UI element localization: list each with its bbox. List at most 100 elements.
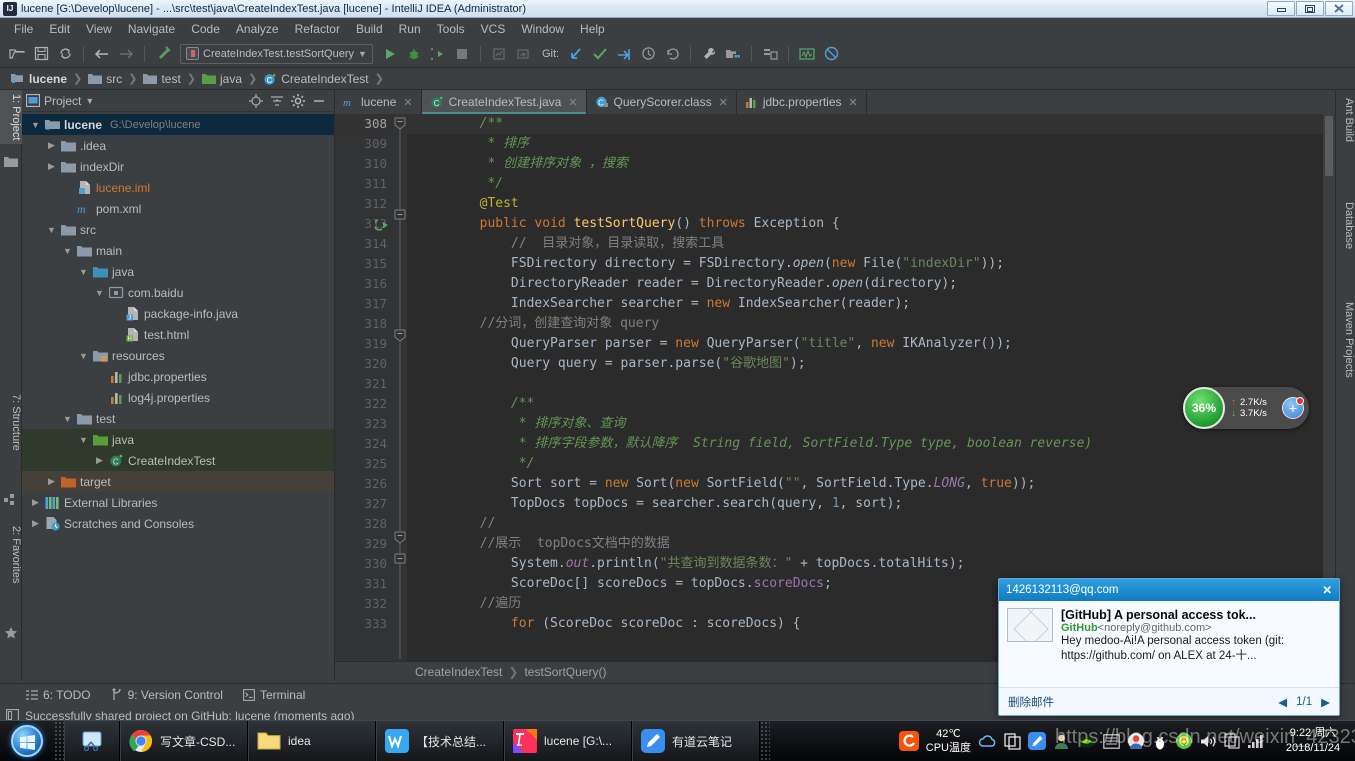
profile-icon[interactable] xyxy=(488,43,510,65)
delete-mail-link[interactable]: 删除邮件 xyxy=(1008,694,1054,710)
code-line[interactable]: */ xyxy=(407,454,1335,474)
open-folder-icon[interactable] xyxy=(6,43,28,65)
sync-gradle-icon[interactable] xyxy=(759,43,781,65)
chevron-down-icon[interactable]: ▼ xyxy=(30,120,41,130)
menu-item-help[interactable]: Help xyxy=(572,20,613,38)
taskbar-button-chrome[interactable]: 写文章-CSD... xyxy=(120,721,248,761)
restore-button[interactable] xyxy=(1296,1,1324,16)
code-line[interactable]: System.out.println("共查询到数据条数：" + topDocs… xyxy=(407,554,1335,574)
tray-grip[interactable] xyxy=(760,721,770,761)
close-icon[interactable]: ✕ xyxy=(1322,583,1332,597)
code-line[interactable]: * 创建排序对象 ，搜索 xyxy=(407,154,1335,174)
code-line[interactable]: // xyxy=(407,514,1335,534)
tree-item-test[interactable]: ▼ test xyxy=(22,408,334,429)
project-structure-icon[interactable] xyxy=(722,43,744,65)
forward-arrow-icon[interactable] xyxy=(115,43,137,65)
memory-monitor-icon[interactable] xyxy=(796,43,818,65)
breadcrumb-class[interactable]: CreateIndexTest xyxy=(415,665,502,679)
code-line[interactable]: //分词，创建查询对象 query xyxy=(407,314,1335,334)
close-icon[interactable]: ✕ xyxy=(568,96,577,109)
code-line[interactable]: FSDirectory directory = FSDirectory.open… xyxy=(407,254,1335,274)
git-update-icon[interactable] xyxy=(565,43,587,65)
chevron-down-icon[interactable]: ▼ xyxy=(78,435,89,445)
security-icon[interactable] xyxy=(1127,732,1145,750)
chevron-right-icon[interactable]: ▶ xyxy=(46,140,57,151)
chevron-right-icon[interactable]: ▶ xyxy=(30,497,41,508)
project-tree[interactable]: ▼ lucene G:\Develop\lucene ▶ .idea ▶ indexDir l… xyxy=(22,112,334,681)
build-hammer-icon[interactable] xyxy=(152,43,174,65)
menu-item-run[interactable]: Run xyxy=(391,20,429,38)
run-configuration-selector[interactable]: CreateIndexTest.testSortQuery ▼ xyxy=(180,43,373,64)
code-folding-gutter[interactable] xyxy=(393,114,407,661)
tree-item-main[interactable]: ▼ main xyxy=(22,240,334,261)
close-icon[interactable]: ✕ xyxy=(403,96,412,109)
close-button[interactable] xyxy=(1325,1,1353,16)
code-line[interactable]: * 排序字段参数，默认降序 String field, SortField.Ty… xyxy=(407,434,1335,454)
menu-item-build[interactable]: Build xyxy=(348,20,391,38)
toolwindow-terminal[interactable]: Terminal xyxy=(243,688,305,702)
taskbar-button-intellij[interactable]: lucene [G:\... xyxy=(504,721,632,761)
git-commit-icon[interactable] xyxy=(589,43,611,65)
tree-item-resources[interactable]: ▼ resources xyxy=(22,345,334,366)
chevron-down-icon[interactable]: ▼ xyxy=(85,96,94,106)
save-all-icon[interactable] xyxy=(30,43,52,65)
settings-wrench-icon[interactable] xyxy=(698,43,720,65)
sidebar-item-project[interactable]: 1: Project xyxy=(0,90,22,145)
close-icon[interactable]: ✕ xyxy=(849,96,858,109)
no-entry-icon[interactable] xyxy=(820,43,842,65)
tree-item-lucene[interactable]: ▼ lucene G:\Develop\lucene xyxy=(22,114,334,135)
code-line[interactable]: */ xyxy=(407,174,1335,194)
git-revert-icon[interactable] xyxy=(661,43,683,65)
tree-item-idea[interactable]: ▶ .idea xyxy=(22,135,334,156)
youdao-tray-icon[interactable] xyxy=(1028,732,1046,750)
mail-subject[interactable]: [GitHub] A personal access tok... xyxy=(1061,608,1331,622)
next-mail-icon[interactable]: ▶ xyxy=(1321,695,1330,709)
tree-item-lucene-iml[interactable]: lucene.iml xyxy=(22,177,334,198)
copy-icon[interactable] xyxy=(1004,732,1021,750)
taskbar-clock[interactable]: 9:22 周六 2018/11/24 xyxy=(1271,726,1349,756)
chevron-down-icon[interactable]: ▼ xyxy=(78,267,89,277)
code-line[interactable]: * 排序 xyxy=(407,134,1335,154)
start-button[interactable] xyxy=(0,721,54,761)
tree-item-target[interactable]: ▶ target xyxy=(22,471,334,492)
menu-item-tools[interactable]: Tools xyxy=(429,20,473,38)
mail-notification-popup[interactable]: 1426132113@qq.com ✕ [GitHub] A personal … xyxy=(998,578,1340,716)
breadcrumb-test[interactable]: test xyxy=(140,72,183,86)
tree-item-jdbc-properties[interactable]: jdbc.properties xyxy=(22,366,334,387)
menu-item-view[interactable]: View xyxy=(78,20,120,38)
git-history-icon[interactable] xyxy=(637,43,659,65)
gear-icon[interactable] xyxy=(291,93,305,108)
tree-item-external-libraries[interactable]: ▶ External Libraries xyxy=(22,492,334,513)
tree-item-log4j-properties[interactable]: log4j.properties xyxy=(22,387,334,408)
clipboard-icon[interactable] xyxy=(1224,733,1240,749)
close-icon[interactable]: ✕ xyxy=(719,96,728,109)
monitor-icon[interactable] xyxy=(1103,733,1120,749)
menu-item-code[interactable]: Code xyxy=(183,20,228,38)
taskbar-button-wps[interactable]: 【技术总结... xyxy=(376,721,504,761)
tree-item-pom-xml[interactable]: m pom.xml xyxy=(22,198,334,219)
taskbar-button-idea-folder[interactable]: idea xyxy=(248,721,376,761)
sidebar-item-favorites[interactable]: 2: Favorites xyxy=(0,522,22,587)
code-line[interactable]: public void testSortQuery() throws Excep… xyxy=(407,214,1335,234)
menu-item-window[interactable]: Window xyxy=(513,20,572,38)
cpu-temperature-widget[interactable]: 42℃ CPU温度 xyxy=(926,727,971,755)
run-icon[interactable] xyxy=(379,43,401,65)
sidebar-item-database[interactable]: Database xyxy=(1335,198,1355,253)
code-line[interactable]: DirectoryReader reader = DirectoryReader… xyxy=(407,274,1335,294)
sync-icon[interactable] xyxy=(54,43,76,65)
menu-item-file[interactable]: File xyxy=(6,20,41,38)
nvidia-icon[interactable] xyxy=(1077,734,1096,749)
menu-item-vcs[interactable]: VCS xyxy=(473,20,514,38)
sidebar-item-maven-projects[interactable]: Maven Projects xyxy=(1335,298,1355,382)
tree-item-scratches-and-consoles[interactable]: ▶ Scratches and Consoles xyxy=(22,513,334,534)
tree-item-java[interactable]: ▼ java xyxy=(22,429,334,450)
code-line[interactable]: TopDocs topDocs = searcher.search(query,… xyxy=(407,494,1335,514)
toolwindow-version-control[interactable]: 9: Version Control xyxy=(111,688,223,702)
qq-icon[interactable]: Q xyxy=(1175,732,1193,750)
chevron-right-icon[interactable]: ▶ xyxy=(94,455,105,466)
tree-item-src[interactable]: ▼ src xyxy=(22,219,334,240)
scrollbar-thumb[interactable] xyxy=(1325,116,1333,176)
sogou-icon[interactable] xyxy=(898,731,919,751)
chevron-right-icon[interactable]: ▶ xyxy=(30,518,41,529)
tree-item-package-info-java[interactable]: Jpackage-info.java xyxy=(22,303,334,324)
